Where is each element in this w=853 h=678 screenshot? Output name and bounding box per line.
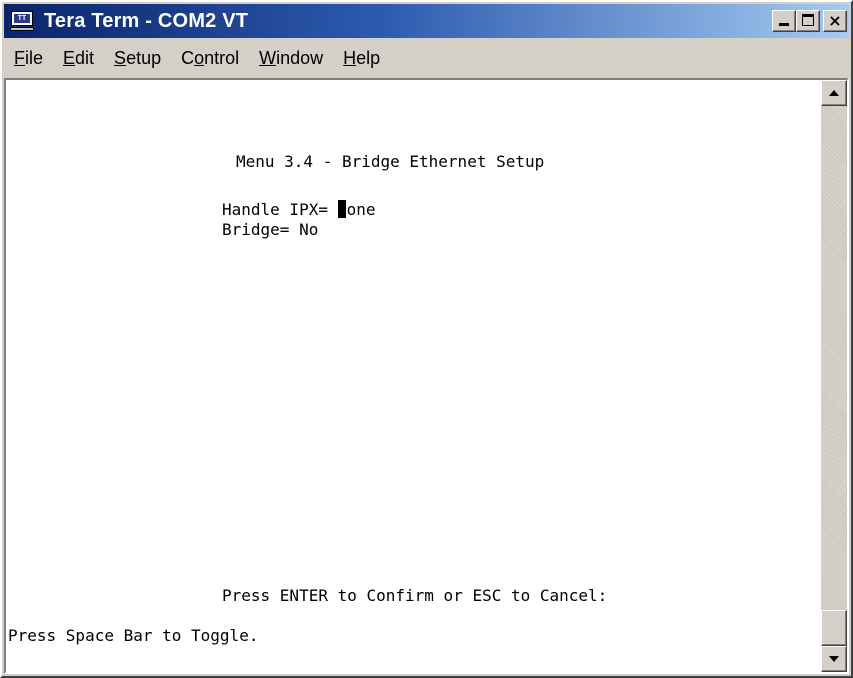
- minimize-button[interactable]: [772, 10, 796, 32]
- scroll-up-button[interactable]: [821, 80, 847, 106]
- scroll-down-button[interactable]: [821, 646, 847, 672]
- menu-edit-mnemonic: E: [63, 47, 76, 68]
- scroll-down-arrow-icon: [829, 656, 839, 662]
- menu-control-prefix: C: [181, 47, 195, 68]
- terminal-cursor: [337, 200, 346, 218]
- menu-file[interactable]: File: [4, 48, 53, 69]
- window-title: Tera Term - COM2 VT: [44, 9, 249, 32]
- terminal-handle-ipx-line: Handle IPX= one: [222, 200, 376, 220]
- menu-control[interactable]: Control: [171, 48, 249, 69]
- terminal-menu-title: Menu 3.4 - Bridge Ethernet Setup: [236, 152, 545, 171]
- menu-window-mnemonic: W: [259, 47, 277, 68]
- minimize-icon: [779, 23, 789, 26]
- menu-window-label: indow: [276, 47, 324, 68]
- terminal-confirm-prompt: Press ENTER to Confirm or ESC to Cancel:: [222, 586, 608, 605]
- terminal-screen[interactable]: Menu 3.4 - Bridge Ethernet Setup Handle …: [6, 80, 821, 672]
- menu-window[interactable]: Window: [249, 48, 333, 69]
- scroll-up-arrow-icon: [829, 90, 839, 96]
- menu-edit-label: dit: [75, 47, 95, 68]
- menu-file-label: ile: [25, 47, 44, 68]
- maximize-icon: [802, 14, 814, 26]
- menu-control-mnemonic: o: [194, 47, 205, 68]
- menu-setup[interactable]: Setup: [104, 48, 171, 69]
- menu-setup-label: etup: [126, 47, 162, 68]
- menu-edit[interactable]: Edit: [53, 48, 104, 69]
- tera-term-window: TT Tera Term - COM2 VT × File Edit Setup…: [0, 0, 853, 678]
- title-bar[interactable]: TT Tera Term - COM2 VT ×: [4, 4, 849, 38]
- menu-control-label: ntrol: [204, 47, 240, 68]
- app-icon-screen: TT: [11, 11, 33, 26]
- terminal-frame: Menu 3.4 - Bridge Ethernet Setup Handle …: [4, 78, 849, 674]
- app-icon-base: [10, 27, 34, 31]
- handle-ipx-label: Handle IPX=: [222, 200, 338, 219]
- window-controls: ×: [772, 10, 847, 32]
- maximize-button[interactable]: [796, 10, 820, 32]
- scrollbar-thumb[interactable]: [821, 610, 847, 646]
- menu-help-label: elp: [356, 47, 381, 68]
- vertical-scrollbar[interactable]: [821, 80, 847, 672]
- tera-term-app-icon[interactable]: TT: [10, 10, 36, 32]
- menu-setup-mnemonic: S: [114, 47, 127, 68]
- menu-help[interactable]: Help: [333, 48, 390, 69]
- menu-bar: File Edit Setup Control Window Help: [4, 40, 849, 76]
- menu-help-mnemonic: H: [343, 47, 357, 68]
- terminal-toggle-hint: Press Space Bar to Toggle.: [8, 626, 259, 645]
- close-icon: ×: [828, 11, 842, 30]
- close-button[interactable]: ×: [823, 10, 847, 32]
- app-icon-badge: TT: [14, 14, 30, 23]
- terminal-bridge-line: Bridge= No: [222, 220, 319, 239]
- menu-file-mnemonic: F: [14, 47, 25, 68]
- handle-ipx-value: one: [346, 200, 376, 219]
